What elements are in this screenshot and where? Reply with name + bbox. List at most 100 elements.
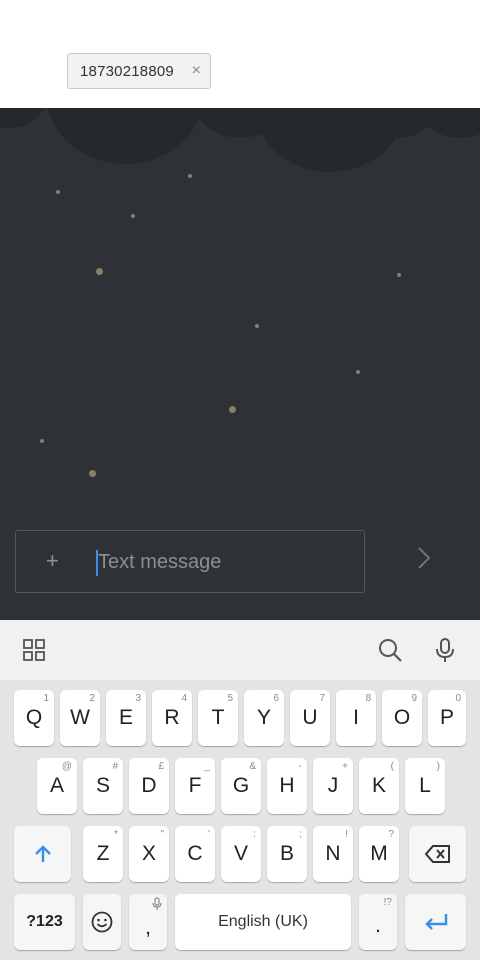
key-hint: + — [342, 761, 348, 772]
recipient-chip[interactable]: 18730218809 × — [67, 53, 211, 89]
key-label: V — [233, 842, 248, 865]
key-n[interactable]: ! N — [313, 826, 353, 882]
key-x[interactable]: " X — [129, 826, 169, 882]
key-label: Z — [96, 842, 110, 865]
key-g[interactable]: & G — [221, 758, 261, 814]
key-t[interactable]: 5T — [198, 690, 238, 746]
enter-key[interactable] — [405, 894, 466, 950]
key-hint: !? — [383, 897, 392, 908]
key-label: I — [353, 706, 359, 729]
search-icon[interactable] — [375, 635, 405, 665]
backspace-icon — [424, 845, 450, 863]
key-k[interactable]: (K — [359, 758, 399, 814]
key-u[interactable]: 7U — [290, 690, 330, 746]
key-label: F — [188, 774, 202, 797]
key-q[interactable]: 1Q — [14, 690, 54, 746]
period-label: . — [375, 914, 381, 937]
shift-key[interactable] — [14, 826, 71, 882]
key-label: C — [187, 842, 203, 865]
key-j[interactable]: + J — [313, 758, 353, 814]
symbols-label: ?123 — [26, 913, 63, 930]
key-hint: @ — [61, 761, 72, 772]
star-decoration — [40, 439, 44, 443]
emoji-key[interactable] — [83, 894, 121, 950]
key-y[interactable]: 6Y — [244, 690, 284, 746]
key-l[interactable]: ) L — [405, 758, 445, 814]
key-hint: ! — [345, 829, 348, 840]
key-hint: ; — [299, 829, 302, 840]
key-hint: 7 — [319, 693, 325, 704]
star-decoration — [188, 174, 192, 178]
key-label: E — [118, 706, 133, 729]
key-v[interactable]: :V — [221, 826, 261, 882]
key-label: B — [279, 842, 294, 865]
recipient-number: 18730218809 — [80, 62, 174, 80]
key-hint: ' — [208, 829, 210, 840]
key-hint: ? — [388, 829, 394, 840]
key-r[interactable]: 4R — [152, 690, 192, 746]
key-label: D — [141, 774, 157, 797]
period-key[interactable]: !? . — [359, 894, 397, 950]
key-label: L — [419, 774, 431, 797]
compose-box[interactable]: + Text message — [15, 530, 365, 593]
key-label: X — [141, 842, 156, 865]
key-hint: 3 — [135, 693, 141, 704]
key-label: M — [370, 842, 388, 865]
microphone-icon[interactable] — [430, 635, 460, 665]
key-label: R — [164, 706, 180, 729]
comma-key[interactable]: , — [129, 894, 167, 950]
key-c[interactable]: ' C — [175, 826, 215, 882]
message-input[interactable]: Text message — [98, 549, 221, 575]
key-w[interactable]: 2W — [60, 690, 100, 746]
microphone-icon — [152, 897, 162, 910]
star-decoration — [229, 406, 236, 413]
key-z[interactable]: * Z — [83, 826, 123, 882]
symbols-key[interactable]: ?123 — [14, 894, 75, 950]
cloud-decoration — [0, 108, 50, 128]
key-label: T — [211, 706, 225, 729]
star-decoration — [96, 268, 103, 275]
key-hint: 1 — [43, 693, 49, 704]
recipient-bar: 18730218809 × — [0, 0, 480, 108]
key-hint: * — [114, 829, 118, 840]
key-f[interactable]: _ F — [175, 758, 215, 814]
key-d[interactable]: £ D — [129, 758, 169, 814]
key-label: O — [393, 706, 411, 729]
key-hint: : — [253, 829, 256, 840]
key-hint: 0 — [455, 693, 461, 704]
shift-arrow-icon — [34, 845, 51, 862]
key-b[interactable]: ; B — [267, 826, 307, 882]
smiley-icon — [91, 911, 113, 933]
close-icon[interactable]: × — [192, 62, 201, 80]
key-s[interactable]: # S — [83, 758, 123, 814]
backspace-key[interactable] — [409, 826, 466, 882]
key-label: S — [95, 774, 110, 797]
key-label: W — [70, 706, 90, 729]
enter-arrow-icon — [424, 914, 447, 930]
star-decoration — [397, 273, 401, 277]
messaging-screen: 18730218809 × + Text message 1 Q 2 W 3 E… — [0, 0, 480, 960]
key-label: U — [302, 706, 318, 729]
key-hint: 4 — [181, 693, 187, 704]
key-label: Q — [25, 706, 43, 729]
key-m[interactable]: ? M — [359, 826, 399, 882]
key-label: A — [49, 774, 64, 797]
key-label: G — [232, 774, 250, 797]
space-key[interactable]: English (UK) — [175, 894, 351, 950]
key-p[interactable]: 0P — [428, 690, 466, 746]
key-i[interactable]: 8I — [336, 690, 376, 746]
chevron-right-icon[interactable] — [410, 543, 438, 573]
key-o[interactable]: 9O — [382, 690, 422, 746]
key-e[interactable]: 3E — [106, 690, 146, 746]
space-label: English (UK) — [218, 913, 308, 930]
keyboard-toolbar — [0, 620, 480, 680]
plus-icon[interactable]: + — [46, 549, 59, 573]
key-label: J — [327, 774, 339, 797]
key-h[interactable]: -H — [267, 758, 307, 814]
star-decoration — [356, 370, 360, 374]
key-label: N — [325, 842, 341, 865]
comma-label: , — [145, 916, 151, 939]
grid-icon[interactable] — [20, 635, 50, 665]
key-a[interactable]: @ A — [37, 758, 77, 814]
key-label: K — [371, 774, 386, 797]
